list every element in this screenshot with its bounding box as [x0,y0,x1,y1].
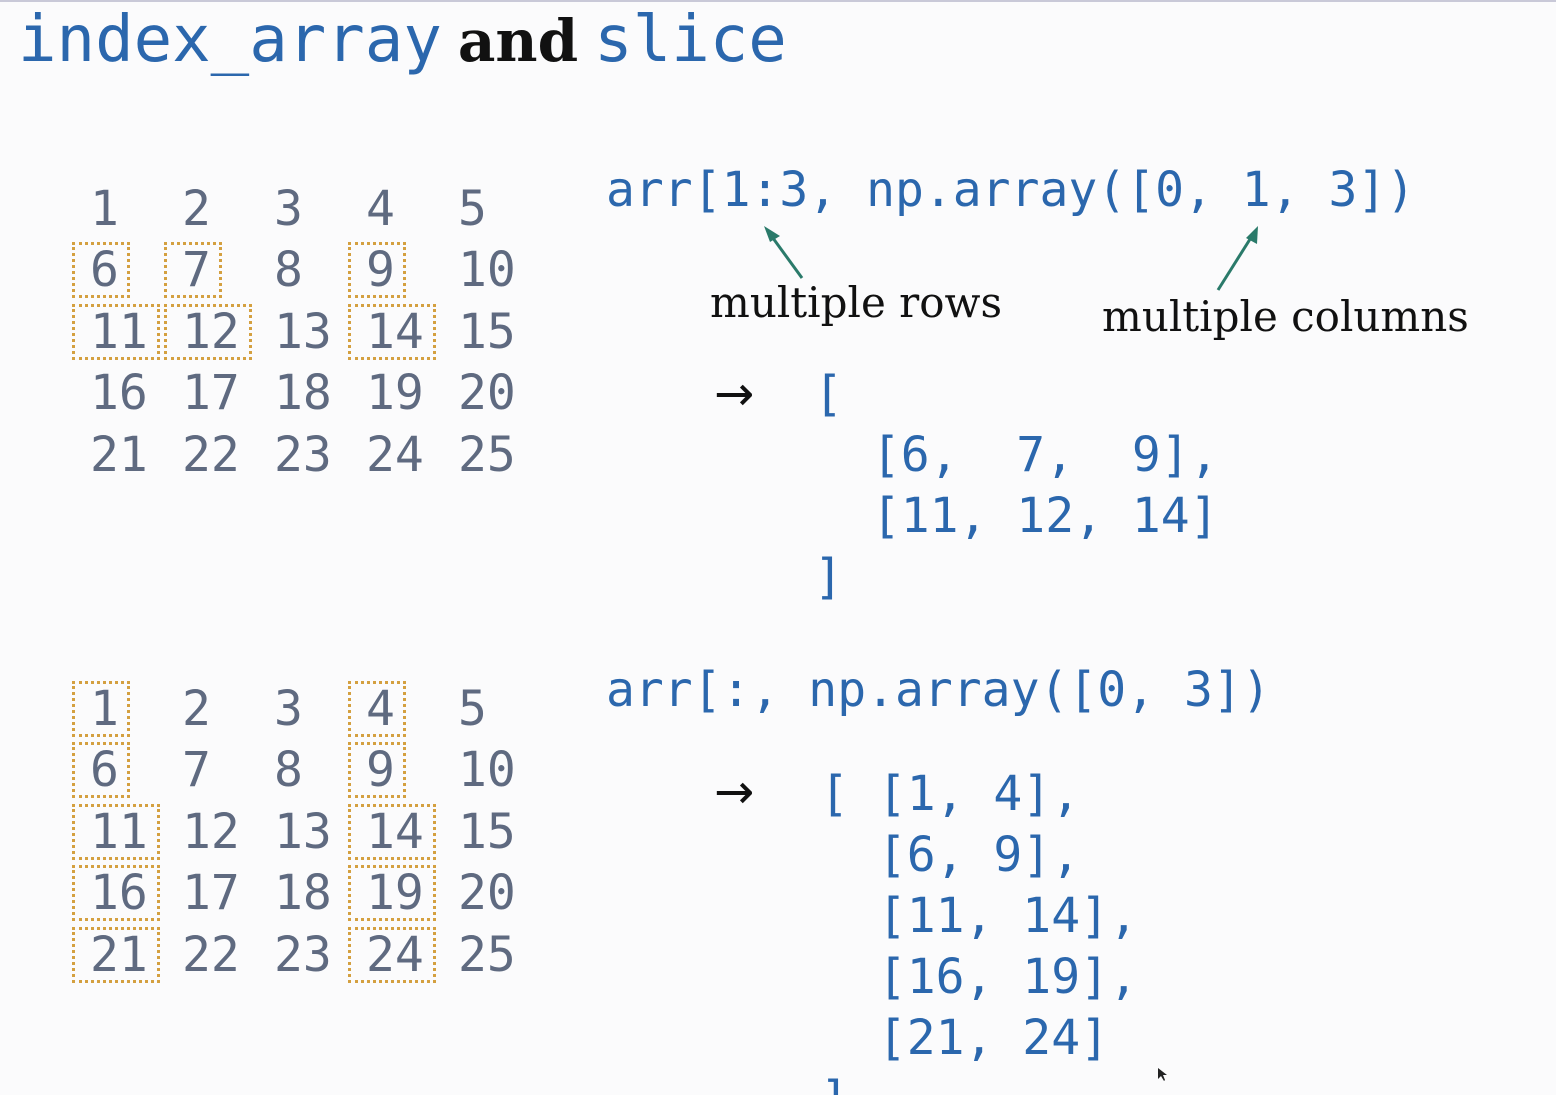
grid-cell: 10 [458,742,516,798]
grid-cell: 8 [274,742,303,798]
highlight-box [72,927,160,983]
result-line: [6, 7, 9], [814,427,1219,483]
mouse-cursor-icon [1158,1068,1167,1081]
result-arrow-1: → [714,366,755,422]
expression-example-2: arr[:, np.array([0, 3]) [606,662,1271,718]
grid-cell: 17 [182,865,240,921]
highlight-box [348,927,436,983]
slide: index_array and slice 1 2 3 4 5 6 7 8 9 10 11 12 13 1… [0,0,1556,1095]
highlight-box [348,804,436,860]
result-line: [16, 19], [820,949,1138,1005]
grid-cell: 25 [458,927,516,983]
highlight-box [348,742,406,798]
grid-cell: 20 [458,865,516,921]
grid-cell: 7 [182,742,211,798]
grid-cell: 15 [458,804,516,860]
grid-cell: 3 [274,681,303,737]
result-line: [11, 12, 14] [814,488,1219,544]
grid-cell: 12 [182,804,240,860]
result-line: [ [1, 4], [820,766,1081,822]
highlight-box [348,681,406,737]
grid-cell: 2 [182,681,211,737]
result-arrow-2: → [714,764,755,820]
highlight-box [72,865,160,921]
highlight-box [72,804,160,860]
highlight-box [72,681,130,737]
result-line: [6, 9], [820,827,1081,883]
result-line: [21, 24] [820,1010,1109,1066]
annotation-multiple-rows: multiple rows [710,278,1003,327]
result-line: ] [820,1069,849,1095]
array-grid-example-2: 1 2 3 4 5 6 7 8 9 10 11 12 13 14 15 16 17 18 19 20 21 22 23 24 2… [0,680,560,1000]
result-line: ] [814,549,843,605]
highlight-box [348,865,436,921]
result-line: [11, 14], [820,888,1138,944]
grid-cell: 5 [458,681,487,737]
grid-cell: 18 [274,865,332,921]
grid-cell: 13 [274,804,332,860]
grid-cell: 22 [182,927,240,983]
highlight-box [72,742,130,798]
annotation-multiple-columns: multiple columns [1102,292,1469,341]
result-line: [ [814,366,843,422]
grid-cell: 23 [274,927,332,983]
